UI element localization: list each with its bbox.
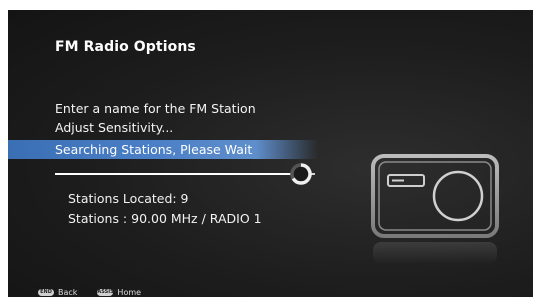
menu-item-enter-name[interactable]: Enter a name for the FM Station [8,99,318,118]
radio-icon [371,131,499,264]
menu-item-label: Searching Stations, Please Wait [55,142,253,157]
menu-item-adjust-sensitivity[interactable]: Adjust Sensitivity... [8,118,318,137]
menu-item-searching-stations[interactable]: Searching Stations, Please Wait [8,140,318,159]
menu-item-label: Enter a name for the FM Station [55,101,256,116]
current-station-text: Stations : 90.00 MHz / RADIO 1 [68,211,262,226]
back-key-icon: END [38,288,54,296]
back-button[interactable]: Back [58,288,77,297]
fm-radio-options-screen: FM Radio Options Enter a name for the FM… [8,10,533,297]
footer-hints: END Back ASSIST Home [38,286,161,297]
page-title: FM Radio Options [55,39,196,55]
home-button[interactable]: Home [117,288,141,297]
spinner-icon [290,163,312,185]
stations-located-text: Stations Located: 9 [68,191,189,206]
menu-item-label: Adjust Sensitivity... [55,120,174,135]
search-progress-line [55,173,315,175]
home-key-icon: ASSIST [97,288,118,296]
